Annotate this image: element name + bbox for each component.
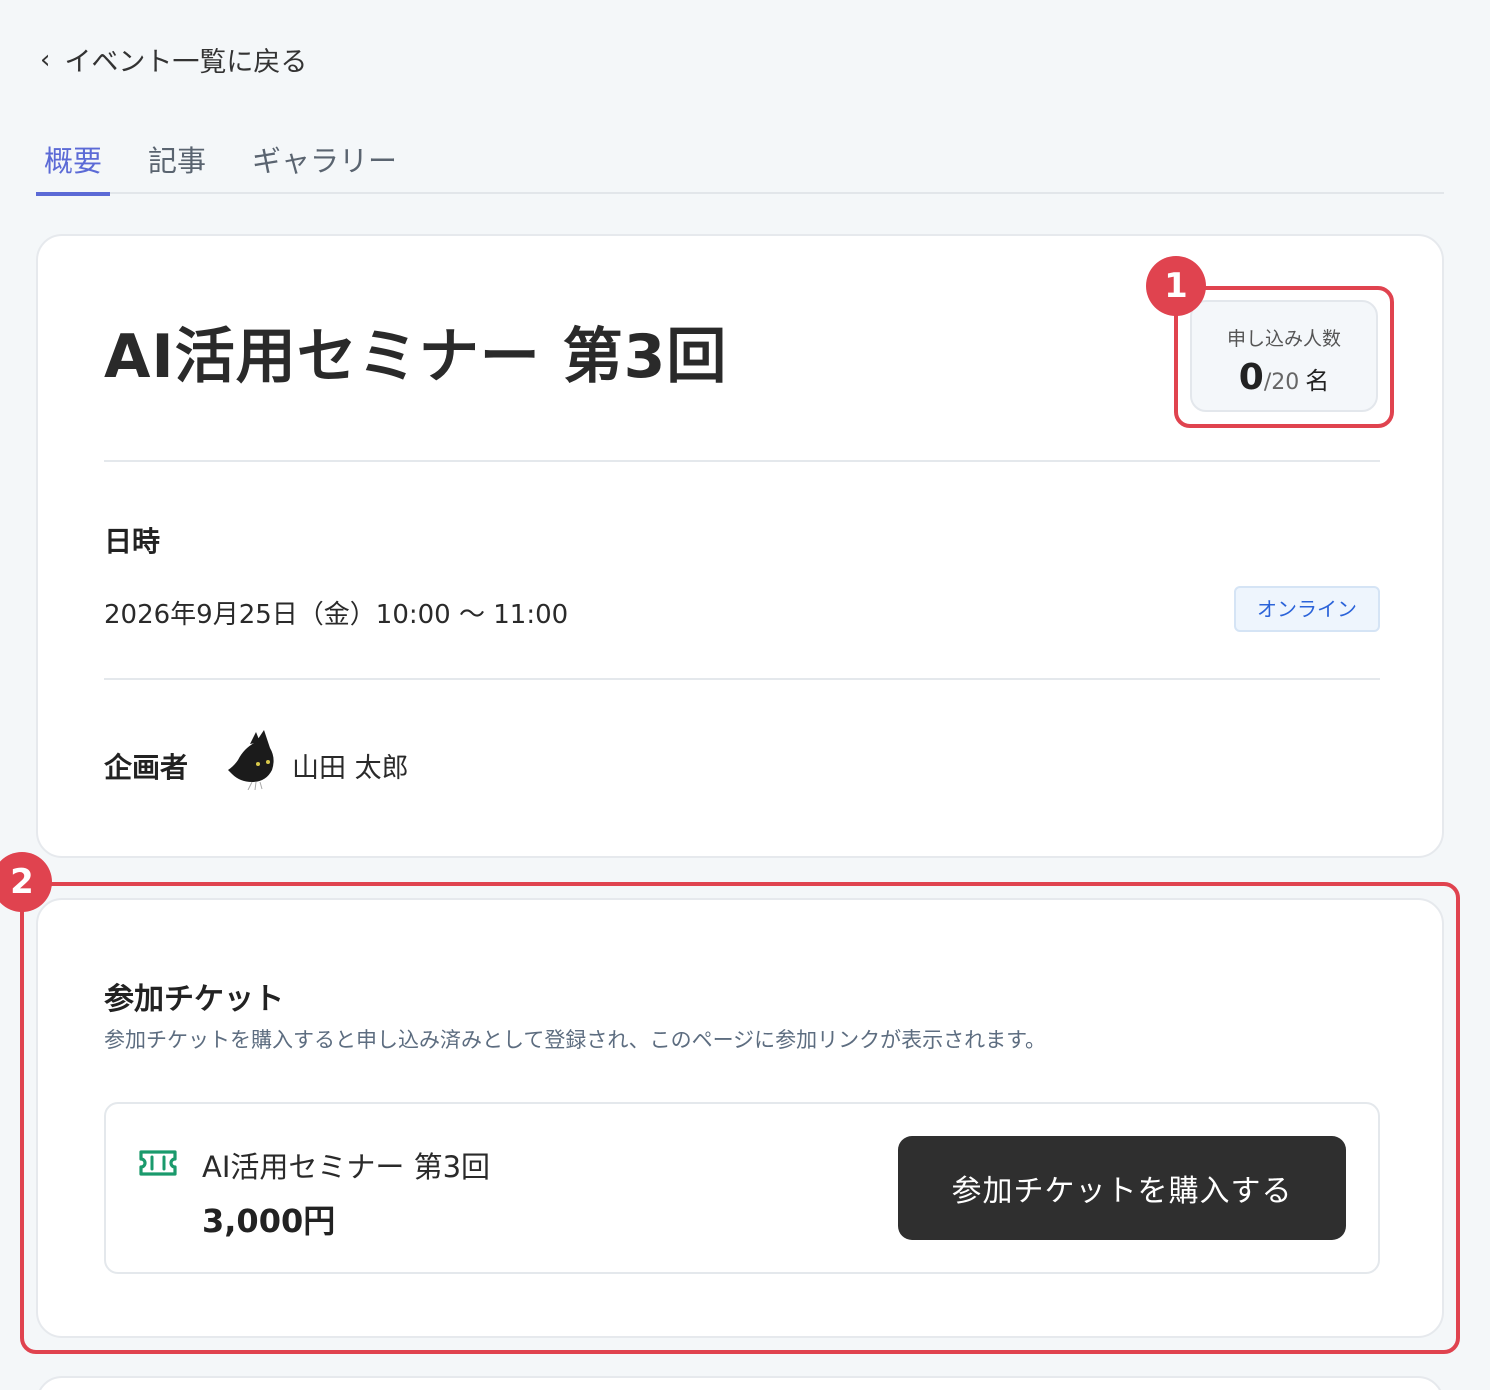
divider: [104, 678, 1380, 680]
tab-articles[interactable]: 記事: [148, 138, 206, 194]
tab-overview[interactable]: 概要: [35, 138, 111, 196]
black-cat-avatar-icon: [228, 730, 274, 790]
tab-gallery[interactable]: ギャラリー: [252, 138, 397, 194]
next-card: [36, 1376, 1444, 1390]
tab-bar: 概要 記事 ギャラリー: [35, 124, 1444, 196]
annotation-marker-1: 1: [1146, 256, 1206, 316]
divider: [104, 460, 1380, 462]
annotation-highlight-capacity: [1174, 286, 1394, 428]
datetime-label: 日時: [104, 525, 161, 558]
online-badge: オンライン: [1234, 586, 1380, 632]
datetime-value: 2026年9月25日（金）10:00 〜 11:00: [104, 600, 569, 630]
chevron-left-icon: ‹: [40, 44, 51, 75]
event-title: AI活用セミナー 第3回: [104, 322, 728, 392]
organizer-name: 山田 太郎: [292, 753, 409, 784]
back-link-label: イベント一覧に戻る: [64, 47, 308, 78]
annotation-highlight-ticket: [20, 882, 1460, 1354]
organizer-label: 企画者: [104, 751, 189, 784]
back-to-event-list-link[interactable]: ‹ イベント一覧に戻る: [40, 40, 307, 79]
